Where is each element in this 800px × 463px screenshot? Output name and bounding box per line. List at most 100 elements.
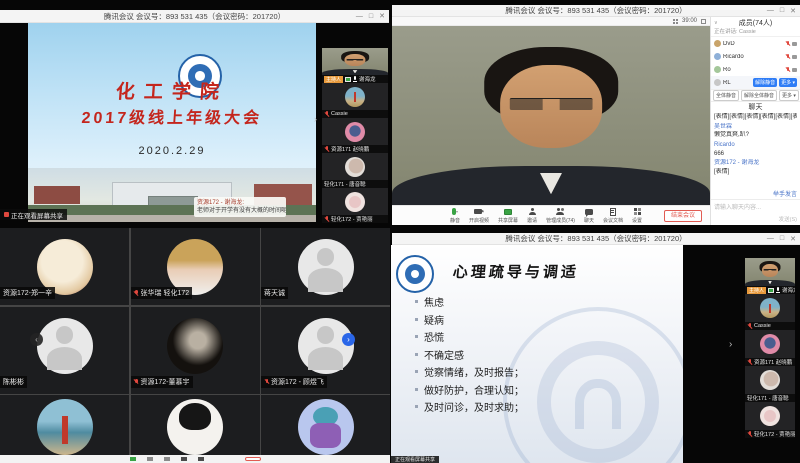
participant-tile[interactable]: 资源171 赵晓鹏 bbox=[322, 118, 388, 153]
gallery-tile[interactable]: 资源172-董慕宇 bbox=[131, 307, 260, 394]
avatar bbox=[298, 399, 354, 455]
manage-members-button[interactable]: 管理成员(74) bbox=[546, 208, 575, 224]
settings-button[interactable]: 设置 bbox=[632, 208, 642, 224]
member-row[interactable]: DvD bbox=[711, 37, 800, 50]
screen-share-icon[interactable] bbox=[130, 457, 136, 461]
end-meeting-button[interactable]: 结束会议 bbox=[664, 210, 702, 222]
participant-tile-host[interactable]: 主持人 谢海龙 bbox=[322, 48, 388, 83]
participant-tile[interactable]: 轻化172 - 贾艳丽 bbox=[322, 188, 388, 223]
chat-bubble-overlay: 资源172 - 谢海龙: 老师对于开学有没有大概的时间呢… bbox=[194, 197, 286, 217]
minimize-icon[interactable]: — bbox=[767, 7, 774, 14]
member-row[interactable]: Ricardo bbox=[711, 50, 800, 63]
participant-tile-host[interactable]: 主持人 谢海龙 bbox=[745, 258, 795, 294]
chat-button[interactable]: 聊天 bbox=[584, 208, 594, 224]
maximize-icon[interactable]: □ bbox=[369, 13, 373, 20]
screen-share-indicator: 正在观看屏幕共享 bbox=[391, 456, 439, 463]
screen-share-icon bbox=[768, 288, 774, 293]
slide-title-line2: 2017级线上年级大会 bbox=[28, 104, 316, 128]
unmute-all-button[interactable]: 解除全体静音 bbox=[741, 90, 777, 101]
mute-all-button[interactable]: 全体静音 bbox=[713, 90, 739, 101]
send-button[interactable]: 发送(S) bbox=[779, 215, 797, 223]
gallery-tile[interactable] bbox=[261, 395, 390, 455]
chat-icon[interactable] bbox=[181, 457, 187, 461]
participant-tile[interactable]: Cassie bbox=[322, 83, 388, 118]
mic-muted-icon bbox=[324, 146, 329, 152]
meeting-docs-button[interactable]: 会议文档 bbox=[603, 208, 623, 224]
layout-grid-icon[interactable] bbox=[673, 19, 678, 24]
gallery-tile[interactable]: 蒋天诚 bbox=[261, 228, 390, 305]
shared-slide: 心理疏导与调适 焦虑 疑病 恐慌 不确定感 觉察情绪，及时报告； 做好防护，合理… bbox=[391, 245, 683, 463]
avatar bbox=[714, 79, 721, 86]
camera-button[interactable]: ▾开启视频 bbox=[469, 208, 489, 224]
minimize-icon[interactable]: — bbox=[356, 13, 363, 20]
members-icon[interactable] bbox=[164, 457, 170, 461]
mic-muted-icon bbox=[785, 67, 790, 73]
host-badge: 主持人 bbox=[747, 287, 766, 294]
raise-hand-link[interactable]: 举手发言 bbox=[711, 189, 800, 199]
close-icon[interactable]: ✕ bbox=[379, 12, 385, 20]
gallery-tile[interactable]: 陈彬彬 bbox=[0, 307, 129, 394]
participant-tile[interactable]: 轻化171 - 唐音聪 bbox=[322, 153, 388, 188]
prev-page-button[interactable]: ‹ bbox=[30, 333, 43, 346]
screenshot-collage: 腾讯会议 会议号：893 531 435（会议密码：201720） — □ ✕ … bbox=[0, 0, 800, 463]
host-webcam-video bbox=[322, 48, 388, 75]
gallery-tile[interactable]: 资源172 - 顾煜飞 bbox=[261, 307, 390, 394]
slide-bullets: 焦虑 疑病 恐慌 不确定感 觉察情绪，及时报告； 做好防护，合理认知； 及时问诊… bbox=[415, 293, 524, 416]
chat-messages[interactable]: [表情][表情][表情][表情][表情][表情][表情] 吴世霖 懒觉真爽,趴?… bbox=[711, 112, 800, 189]
sidebar-collapse-chevron[interactable]: › bbox=[729, 340, 732, 349]
member-row[interactable]: Ro bbox=[711, 63, 800, 76]
mic-on-icon bbox=[353, 76, 357, 82]
gallery-toolbar[interactable] bbox=[0, 455, 390, 463]
mic-muted-icon bbox=[134, 290, 139, 296]
next-page-button[interactable]: › bbox=[342, 333, 355, 346]
member-more-button[interactable]: 更多 ▾ bbox=[779, 78, 797, 87]
minimize-icon[interactable]: — bbox=[767, 235, 774, 242]
gallery-tile[interactable] bbox=[0, 395, 129, 455]
participant-tile[interactable]: Cassie bbox=[745, 294, 795, 330]
invite-button[interactable]: 邀请 bbox=[527, 208, 537, 224]
screen-share-icon bbox=[504, 209, 512, 215]
gallery-tile[interactable]: 资源172-郑一辛 bbox=[0, 228, 129, 305]
share-screen-button[interactable]: 共享屏幕 bbox=[498, 208, 518, 224]
invite-icon[interactable] bbox=[147, 457, 153, 461]
meeting-timer: 39:00 bbox=[682, 18, 697, 24]
gallery-tile[interactable]: 张华瑞 轻化172 bbox=[131, 228, 260, 305]
unmute-member-button[interactable]: 解除静音 bbox=[753, 78, 777, 87]
avatar bbox=[714, 53, 721, 60]
camera-off-icon bbox=[792, 42, 797, 46]
avatar bbox=[760, 334, 780, 354]
maximize-icon[interactable]: □ bbox=[780, 7, 784, 14]
camera-icon bbox=[474, 209, 482, 214]
close-icon[interactable]: ✕ bbox=[790, 7, 796, 15]
participant-name: 轻化172 - 贾艳丽 bbox=[754, 430, 795, 438]
chat-input-placeholder: 请输入聊天内容... bbox=[714, 202, 761, 211]
member-row-selected[interactable]: RL 解除静音 更多 ▾ bbox=[711, 76, 800, 89]
mic-muted-icon bbox=[785, 41, 790, 47]
mic-on-icon bbox=[776, 287, 780, 293]
mute-button[interactable]: ▾静音 bbox=[450, 208, 460, 224]
bullet-item: 及时问诊，及时求助； bbox=[415, 398, 524, 416]
avatar bbox=[760, 298, 780, 318]
members-header: ∨ 成员(74人) bbox=[711, 17, 800, 28]
gallery-tile[interactable] bbox=[131, 395, 260, 455]
members-actions-bar: 全体静音 解除全体静音 更多 ▾ bbox=[711, 89, 800, 102]
collapse-chevron-icon[interactable]: ∨ bbox=[714, 20, 718, 26]
settings-icon[interactable] bbox=[198, 457, 204, 461]
maximize-icon[interactable]: □ bbox=[780, 235, 784, 242]
fullscreen-icon[interactable] bbox=[701, 19, 706, 24]
bullet-item: 疑病 bbox=[415, 311, 524, 329]
participant-tile[interactable]: 轻化171 - 唐音聪 bbox=[745, 366, 795, 402]
speaking-indicator: 正在讲话: Cassie bbox=[711, 28, 800, 37]
sidebar-collapse-chevron[interactable]: › bbox=[314, 115, 317, 124]
chat-input[interactable]: 请输入聊天内容... 发送(S) bbox=[711, 199, 800, 225]
mic-muted-icon bbox=[134, 379, 139, 385]
participant-name: 谢海龙 bbox=[359, 75, 376, 83]
participant-name: 轻化171 - 唐音聪 bbox=[747, 394, 789, 402]
more-actions-button[interactable]: 更多 ▾ bbox=[779, 90, 799, 101]
participant-tile[interactable]: 轻化172 - 贾艳丽 bbox=[745, 402, 795, 438]
participant-name: 陈彬彬 bbox=[3, 377, 24, 387]
end-meeting-button[interactable] bbox=[245, 457, 261, 461]
close-icon[interactable]: ✕ bbox=[790, 235, 796, 243]
participant-tile[interactable]: 资源171 赵晓鹏 bbox=[745, 330, 795, 366]
mic-muted-icon bbox=[324, 111, 329, 117]
